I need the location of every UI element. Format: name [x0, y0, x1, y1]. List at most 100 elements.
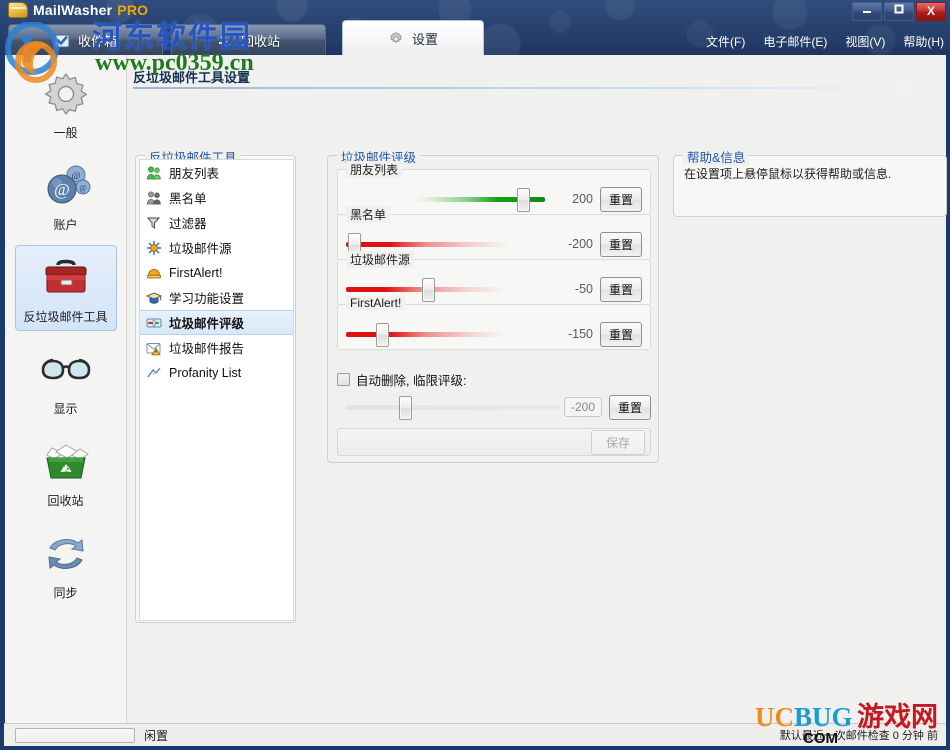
tab-settings-label: 设置 [411, 32, 438, 47]
tool-item-spam-report[interactable]: 垃圾邮件报告 [140, 335, 293, 360]
menu-email[interactable]: 电子邮件(E) [763, 33, 827, 50]
tool-item-spam-sources[interactable]: 垃圾邮件源 [140, 235, 293, 260]
spam-source-slider-thumb[interactable] [421, 278, 435, 302]
tool-item-spam-rating-label: 垃圾邮件评级 [169, 317, 245, 331]
tool-item-spam-report-label: 垃圾邮件报告 [169, 342, 245, 356]
antispam-tools-group: 反垃圾邮件工具 朋友列表 黑名单 过滤器 垃圾邮件源 FirstAlert! 学… [135, 147, 296, 623]
minimize-button[interactable] [852, 2, 882, 21]
checkbox-icon [337, 373, 350, 386]
rating-slider-firstalert: FirstAlert! -150 重置 [337, 296, 651, 350]
menu-view[interactable]: 视图(V) [845, 33, 885, 50]
recycle-icon [218, 34, 230, 47]
autodelete-value-field[interactable]: -200 [563, 397, 602, 417]
firstalert-slider[interactable] [346, 321, 545, 347]
save-bar: 保存 [337, 428, 651, 456]
sidebar-item-antispam-tools[interactable]: 反垃圾邮件工具 [14, 245, 117, 331]
sidebar-item-recycle-bin[interactable]: 回收站 [15, 429, 117, 515]
rating-slider-firstalert-label: FirstAlert! [346, 296, 406, 310]
tab-recycle[interactable]: 回收站 [171, 24, 326, 55]
tab-strip: 收件箱 回收站 设置 [0, 20, 484, 55]
tool-item-firstalert-label: FirstAlert! [169, 265, 223, 280]
sidebar-item-accounts[interactable]: @ @ @ 账户 [15, 153, 117, 239]
maximize-button[interactable] [884, 2, 914, 21]
tab-inbox-label: 收件箱 [77, 34, 117, 49]
spam-source-value: -50 [574, 282, 593, 296]
settings-sidebar: 一般 @ @ @ 账户 反垃圾邮件工具 显示 回收站 同步 [5, 55, 127, 723]
friends-list-reset-button[interactable]: 重置 [599, 186, 642, 212]
help-info-legend: 帮助&信息 [683, 147, 750, 166]
tool-item-spam-sources-label: 垃圾邮件源 [169, 242, 232, 256]
title-divider [133, 87, 913, 89]
friends-list-slider-thumb[interactable] [517, 188, 531, 212]
tool-item-filters-label: 过滤器 [169, 217, 207, 231]
antispam-tools-list[interactable]: 朋友列表 黑名单 过滤器 垃圾邮件源 FirstAlert! 学习功能设置 垃圾… [139, 159, 294, 621]
save-button[interactable]: 保存 [590, 429, 645, 455]
tab-recycle-label: 回收站 [240, 34, 280, 49]
app-brand: MailWasher PRO [8, 2, 148, 18]
sidebar-item-display-label: 显示 [53, 402, 78, 416]
tool-item-profanity-list[interactable]: Profanity List [140, 360, 293, 385]
help-info-group: 帮助&信息 在设置项上悬停鼠标以获得帮助或信息. [673, 147, 947, 217]
sidebar-item-general[interactable]: 一般 [15, 61, 117, 147]
toolbox-icon [45, 259, 86, 293]
autodelete-slider-thumb[interactable] [398, 396, 412, 420]
glasses-icon [41, 358, 90, 380]
recycle-bin-icon [45, 444, 89, 479]
tool-item-friends-list-label: 朋友列表 [169, 167, 220, 181]
tool-item-profanity-list-label: Profanity List [169, 365, 242, 380]
autodelete-slider-track [345, 405, 560, 410]
rating-slider-friends-list-label: 朋友列表 [346, 161, 403, 178]
tool-item-firstalert[interactable]: FirstAlert! [140, 260, 293, 285]
sidebar-item-sync[interactable]: 同步 [15, 521, 117, 607]
autodelete-checkbox[interactable]: 自动删除, 临限评级: [337, 370, 651, 389]
sidebar-item-antispam-tools-label: 反垃圾邮件工具 [23, 310, 108, 324]
tool-item-learning-label: 学习功能设置 [169, 292, 245, 306]
sidebar-item-display[interactable]: 显示 [15, 337, 117, 423]
spam-rating-group: 垃圾邮件评级 朋友列表 200 重置 黑名单 -200 重置 垃圾邮件源 -50… [327, 147, 659, 463]
gear-icon [44, 73, 87, 115]
tool-item-friends-list[interactable]: 朋友列表 [140, 160, 293, 185]
autodelete-row: 自动删除, 临限评级: -200 重置 [337, 370, 651, 422]
sidebar-item-accounts-label: 账户 [53, 218, 78, 232]
autodelete-reset-button[interactable]: 重置 [608, 394, 651, 420]
tool-item-filters[interactable]: 过滤器 [140, 210, 293, 235]
graduation-icon [146, 291, 162, 304]
blacklist-reset-button[interactable]: 重置 [599, 231, 642, 257]
status-last-check-text: 默认最近一次邮件检查 0 分钟 前 [779, 730, 938, 742]
menu-file[interactable]: 文件(F) [706, 33, 745, 50]
page-title: 反垃圾邮件工具设置 [133, 70, 251, 85]
sidebar-item-recycle-bin-label: 回收站 [47, 494, 84, 508]
tool-item-learning[interactable]: 学习功能设置 [140, 285, 293, 310]
help-info-text: 在设置项上悬停鼠标以获得帮助或信息. [684, 167, 892, 181]
spam-source-reset-button[interactable]: 重置 [599, 276, 642, 302]
brand-suffix: PRO [117, 2, 149, 18]
blacklist-value: -200 [567, 237, 593, 251]
svg-text:@: @ [54, 180, 70, 199]
profanity-icon [147, 367, 161, 377]
client-area: 一般 @ @ @ 账户 反垃圾邮件工具 显示 回收站 同步 反垃圾邮件工具设置 … [4, 55, 947, 723]
tool-item-spam-rating[interactable]: 垃圾邮件评级 [140, 310, 293, 335]
menu-help[interactable]: 帮助(H) [903, 33, 944, 50]
tab-inbox[interactable]: 收件箱 [8, 24, 163, 55]
friends-list-value: 200 [572, 192, 593, 206]
at-spheres-icon: @ @ @ [47, 165, 90, 204]
blacklist-gray-icon [146, 191, 161, 204]
minimize-icon [863, 11, 871, 13]
svg-text:@: @ [79, 184, 86, 193]
application-window: MailWasher PRO X 文件(F) 电子邮件(E) 视图(V) 帮助(H… [0, 0, 950, 750]
firstalert-reset-button[interactable]: 重置 [599, 321, 642, 347]
mailwasher-logo-icon [8, 2, 28, 18]
status-bar: 闲置 默认最近一次邮件检查 0 分钟 前 [4, 723, 946, 746]
friends-list-slider-track [346, 197, 545, 202]
autodelete-slider[interactable] [345, 394, 560, 420]
friends-green-icon [146, 166, 161, 179]
title-bar: MailWasher PRO X 文件(F) 电子邮件(E) 视图(V) 帮助(H… [0, 0, 950, 55]
firstalert-slider-thumb[interactable] [375, 323, 389, 347]
close-button[interactable]: X [916, 2, 946, 21]
tool-item-blacklist-label: 黑名单 [169, 192, 207, 206]
tab-settings[interactable]: 设置 [342, 20, 484, 55]
sync-icon [47, 539, 84, 569]
window-controls: X [852, 2, 946, 21]
tool-item-blacklist[interactable]: 黑名单 [140, 185, 293, 210]
rating-slider-spam-source-label: 垃圾邮件源 [346, 251, 415, 268]
